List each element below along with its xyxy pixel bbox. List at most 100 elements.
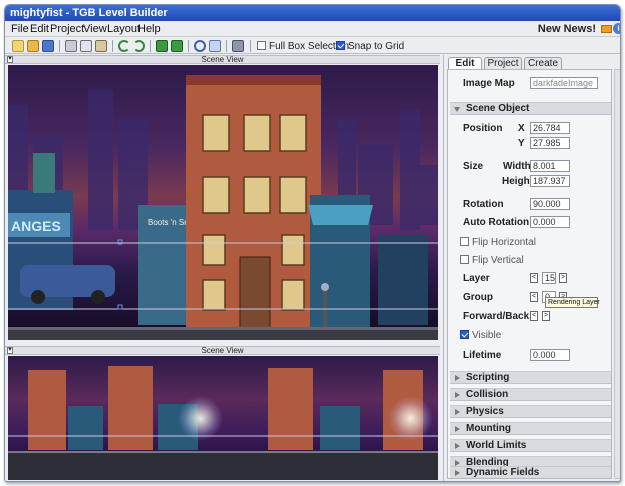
scene-artwork: ANGES Boots 'n Snuff: [8, 75, 438, 340]
menu-view[interactable]: View: [83, 23, 107, 36]
info-icon[interactable]: i: [613, 23, 620, 34]
position-y-input[interactable]: 27.985: [530, 137, 570, 149]
scene-view-title: Scene View: [201, 55, 244, 64]
inspector-panel: Edit Project Create Image Map darkfadeIm…: [443, 55, 620, 481]
collapsed-icon: [455, 426, 460, 432]
toolbar: Full Box Selection Snap to Grid: [5, 38, 620, 54]
section-collision[interactable]: Collision: [450, 388, 611, 401]
image-map-value: darkfadeImage: [533, 78, 594, 88]
tab-project[interactable]: Project: [484, 57, 522, 69]
select-icon[interactable]: [209, 40, 221, 52]
collapsed-icon: [455, 409, 460, 415]
new-file-icon[interactable]: [12, 40, 24, 52]
group-label: Group: [463, 292, 493, 303]
menu-project[interactable]: Project: [50, 23, 84, 36]
collapse-icon[interactable]: ▾: [7, 56, 13, 63]
lifetime-label: Lifetime: [463, 350, 502, 361]
flip-vertical-checkbox[interactable]: Flip Vertical: [460, 255, 524, 266]
section-title: Collision: [466, 389, 509, 400]
position-x-label: X: [518, 123, 525, 134]
collapsed-icon: [455, 443, 460, 449]
light-glow: [178, 396, 223, 441]
tab-create[interactable]: Create: [524, 57, 562, 69]
section-scripting[interactable]: Scripting: [450, 371, 611, 384]
flip-horizontal-checkbox[interactable]: Flip Horizontal: [460, 237, 536, 248]
rotation-input[interactable]: 90.000: [530, 198, 570, 210]
menu-edit[interactable]: Edit: [30, 23, 49, 36]
auto-rotation-input[interactable]: 0.000: [530, 216, 570, 228]
title-bar: mightyfist - TGB Level Builder: [5, 5, 620, 21]
section-mounting[interactable]: Mounting: [450, 422, 611, 435]
checkbox-box: [336, 41, 345, 50]
visible-label: Visible: [472, 330, 502, 341]
group-decrement-button[interactable]: <: [530, 292, 538, 302]
layer-increment-button[interactable]: >: [559, 273, 567, 283]
open-folder-icon[interactable]: [27, 40, 39, 52]
section-physics[interactable]: Physics: [450, 405, 611, 418]
mail-icon[interactable]: [601, 25, 612, 33]
cut-icon[interactable]: [65, 40, 77, 52]
scene-view-header: ▾ Scene View: [5, 55, 440, 64]
toolbar-separator: [250, 40, 251, 52]
section-scene-object[interactable]: Scene Object: [450, 102, 611, 115]
inspector-scrollbar[interactable]: [614, 69, 620, 479]
snap-to-grid-label: Snap to Grid: [348, 41, 405, 52]
height-input[interactable]: 187.937: [530, 175, 570, 187]
position-label: Position: [463, 123, 503, 134]
move-back-button[interactable]: <: [530, 311, 538, 321]
paste-icon[interactable]: [95, 40, 107, 52]
forward-back-label: Forward/Back: [463, 311, 530, 322]
section-title: Dynamic Fields: [466, 467, 540, 478]
toolbar-separator: [112, 40, 113, 52]
layer-icon[interactable]: [156, 40, 168, 52]
redo-icon[interactable]: [133, 40, 145, 52]
snap-to-grid-checkbox[interactable]: Snap to Grid: [336, 41, 404, 52]
section-title: World Limits: [466, 440, 527, 451]
move-forward-button[interactable]: >: [542, 311, 550, 321]
menu-layout[interactable]: Layout: [107, 23, 140, 36]
height-label: Height: [502, 176, 534, 187]
light-glow: [388, 396, 433, 441]
toolbar-separator: [188, 40, 189, 52]
section-title: Mounting: [466, 423, 511, 434]
camera-icon[interactable]: [232, 40, 244, 52]
section-dynamic-fields[interactable]: Dynamic Fields: [450, 466, 611, 478]
size-label: Size: [463, 161, 484, 172]
image-map-label: Image Map: [463, 78, 515, 89]
inspector-body: Image Map darkfadeImage Scene Object Pos…: [447, 69, 612, 479]
toolbar-separator: [59, 40, 60, 52]
flip-vertical-label: Flip Vertical: [472, 255, 524, 266]
scene-canvas-bottom[interactable]: [8, 356, 438, 480]
flip-horizontal-label: Flip Horizontal: [472, 237, 536, 248]
checkbox-box: [257, 41, 266, 50]
scene-overview-artwork: [8, 366, 438, 480]
image-map-select[interactable]: darkfadeImage: [530, 77, 598, 89]
position-x-input[interactable]: 26.784: [530, 122, 570, 134]
scene-canvas-top[interactable]: ANGES Boots 'n Snuff: [8, 65, 438, 340]
collapsed-icon: [455, 375, 460, 381]
layer-add-icon[interactable]: [171, 40, 183, 52]
position-y-label: Y: [518, 138, 525, 149]
menu-file[interactable]: File: [11, 23, 29, 36]
checkbox-box: [460, 330, 469, 339]
menu-help[interactable]: Help: [138, 23, 161, 36]
collapsed-icon: [455, 392, 460, 398]
section-world-limits[interactable]: World Limits: [450, 439, 611, 452]
width-label: Width: [503, 161, 531, 172]
layer-decrement-button[interactable]: <: [530, 273, 538, 283]
toolbar-separator: [226, 40, 227, 52]
scene-view-title: Scene View: [201, 346, 244, 355]
layer-input[interactable]: 15: [542, 272, 556, 284]
copy-icon[interactable]: [80, 40, 92, 52]
visible-checkbox[interactable]: Visible: [460, 330, 501, 341]
new-news-link[interactable]: New News!: [538, 23, 596, 35]
lifetime-input[interactable]: 0.000: [530, 349, 570, 361]
section-title: Scripting: [466, 372, 510, 383]
save-icon[interactable]: [42, 40, 54, 52]
rotate-icon[interactable]: [194, 40, 206, 52]
toolbar-separator: [150, 40, 151, 52]
auto-rotation-label: Auto Rotation: [463, 217, 530, 228]
undo-icon[interactable]: [118, 40, 130, 52]
collapse-icon[interactable]: ▾: [7, 347, 13, 354]
width-input[interactable]: 8.001: [530, 160, 570, 172]
